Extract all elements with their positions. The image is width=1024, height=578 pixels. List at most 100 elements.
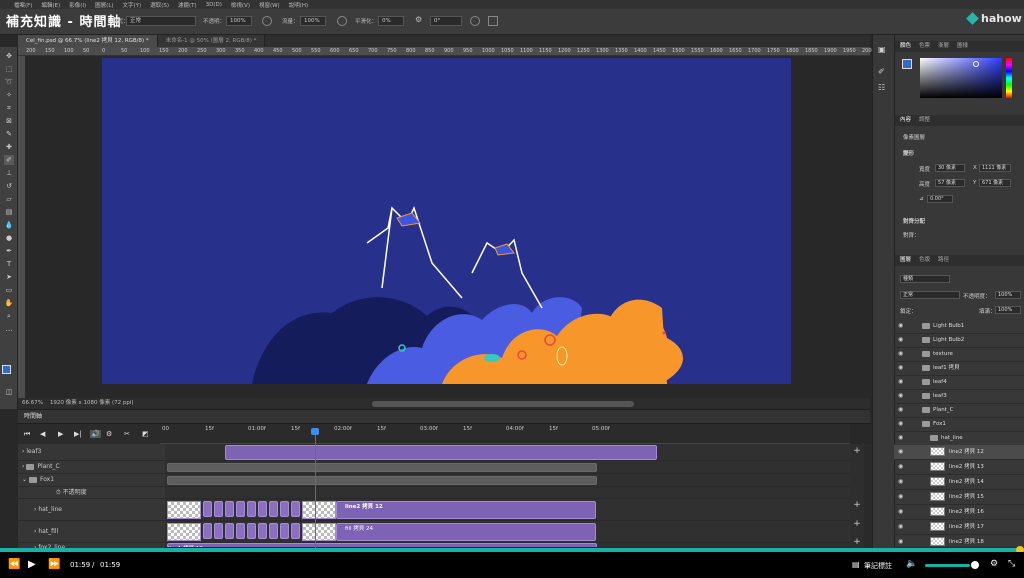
track-name-leaf3[interactable]: › leaf3 (18, 444, 165, 461)
type-tool-icon[interactable]: T (4, 259, 14, 269)
tab-untitled[interactable]: 未命名-1 @ 50% (圖層 2, RGB/8) * (157, 35, 266, 47)
tab-swatches[interactable]: 色票 (919, 41, 930, 52)
quick-mask-icon[interactable]: ◫ (4, 387, 14, 397)
tab-color[interactable]: 顏色 (900, 41, 911, 52)
timeline-scrollbar[interactable] (864, 444, 872, 548)
menu-item[interactable]: 3D(D) (206, 2, 222, 8)
tab-channels[interactable]: 色版 (919, 255, 930, 266)
color-panel-tabs[interactable]: 顏色 色票 漸層 圖樣 (895, 41, 1024, 52)
clip-hat-fill-start[interactable] (167, 523, 201, 541)
tab-gradients[interactable]: 漸層 (938, 41, 949, 52)
lasso-tool-icon[interactable]: ➰ (4, 77, 14, 87)
flow-field[interactable]: 100% (300, 16, 326, 26)
tab-paths[interactable]: 路徑 (938, 255, 949, 266)
layer-filter-select[interactable]: 種類 (900, 275, 950, 283)
layer-row[interactable]: ◉ Plant_C (894, 403, 1024, 418)
layer-row[interactable]: ◉ line2 拷貝 13 (894, 460, 1024, 475)
pressure-opacity-icon[interactable] (262, 16, 272, 26)
brush-tool-icon[interactable]: ✐ (4, 155, 14, 165)
eye-icon[interactable]: ◉ (898, 445, 903, 459)
eye-icon[interactable]: ◉ (898, 361, 903, 375)
frame-cell[interactable] (269, 523, 278, 539)
clip-hat-fill-main[interactable]: fill 拷貝 24 (336, 523, 596, 541)
hand-tool-icon[interactable]: ✋ (4, 298, 14, 308)
frame-cell[interactable] (214, 523, 223, 539)
transition-icon[interactable]: ◩ (142, 430, 149, 438)
eyedropper-icon[interactable]: ✎ (4, 129, 14, 139)
track-name-fox1[interactable]: ⌄ Fox1 (18, 474, 165, 487)
eye-icon[interactable]: ◉ (898, 460, 903, 474)
eraser-tool-icon[interactable]: ▱ (4, 194, 14, 204)
play-button-icon[interactable]: ▶ (28, 559, 36, 570)
next-frame-icon[interactable]: ▶| (74, 430, 82, 438)
tab-cel-fin[interactable]: Cel_fin.psd @ 66.7% (line2 拷貝 12, RGB/8)… (18, 35, 158, 47)
playhead-line[interactable] (315, 430, 316, 548)
eye-icon[interactable]: ◉ (898, 520, 903, 534)
add-media-icon[interactable]: + (850, 519, 864, 529)
frame-cell[interactable] (203, 523, 212, 539)
eye-icon[interactable]: ◉ (898, 319, 903, 333)
tab-properties[interactable]: 內容 (900, 115, 911, 126)
mode-select[interactable]: 正常 (126, 16, 196, 26)
frame-cell[interactable] (291, 501, 300, 517)
menu-item[interactable]: 文字(Y) (123, 1, 142, 9)
clip-hat-line-main[interactable]: line2 拷貝 12 (336, 501, 596, 519)
menu-item[interactable]: 檢視(V) (231, 1, 250, 9)
clip-leaf3[interactable] (225, 445, 657, 460)
smoothing-field[interactable]: 0% (378, 16, 404, 26)
menu-item[interactable]: 選取(S) (150, 1, 169, 9)
layers-tabs[interactable]: 圖層 色版 路徑 (895, 255, 1024, 266)
clip-plant-c[interactable] (167, 463, 597, 472)
layer-row[interactable]: ◉ Light Bulb1 (894, 319, 1024, 334)
eye-icon[interactable]: ◉ (898, 535, 903, 549)
history-brush-icon[interactable]: ↺ (4, 181, 14, 191)
layer-row[interactable]: ◉ hat_line (894, 431, 1024, 446)
add-media-icon[interactable]: + (850, 537, 864, 547)
fullscreen-icon[interactable]: ⤡ (1008, 559, 1015, 569)
eye-icon[interactable]: ◉ (898, 475, 903, 489)
menu-item[interactable]: 圖層(L) (95, 1, 113, 9)
blend-mode-select[interactable]: 正常 (900, 291, 960, 299)
clip-hat-line-current[interactable] (302, 501, 336, 519)
angle-field[interactable]: 0.00° (927, 195, 953, 203)
split-icon[interactable]: ✂ (124, 430, 130, 438)
layer-row[interactable]: ◉ line2 拷貝 16 (894, 505, 1024, 520)
adjust-icon[interactable]: ☷ (878, 83, 885, 92)
gear-icon[interactable]: ⚙ (415, 15, 422, 24)
airbrush-icon[interactable] (337, 16, 347, 26)
fast-forward-icon[interactable]: ⏩ (48, 559, 60, 570)
menu-item[interactable]: 濾鏡(T) (178, 1, 197, 9)
history-icon[interactable]: ▣ (878, 45, 886, 54)
brush-settings-icon[interactable]: ✐ (878, 67, 885, 76)
notes-label[interactable]: 筆記標註 (864, 561, 892, 571)
frame-cell[interactable] (214, 501, 223, 517)
hue-slider[interactable] (1006, 58, 1012, 98)
add-media-icon[interactable]: + (850, 500, 864, 510)
play-icon[interactable]: ▶ (58, 430, 63, 438)
track-property-opacity[interactable]: ⏱ 不透明度 (18, 487, 165, 499)
track-name-hat-fill[interactable]: › hat_fill (18, 521, 165, 543)
frame-cell[interactable] (291, 523, 300, 539)
layer-row[interactable]: ◉ leaf1 拷貝 (894, 361, 1024, 376)
gradient-tool-icon[interactable]: ▤ (4, 207, 14, 217)
rewind-icon[interactable]: ⏪ (8, 559, 20, 570)
tab-layers[interactable]: 圖層 (900, 255, 911, 266)
blur-tool-icon[interactable]: 💧 (4, 220, 14, 230)
stamp-tool-icon[interactable]: ⊥ (4, 168, 14, 178)
first-frame-icon[interactable]: ⏮ (24, 430, 30, 439)
volume-slider[interactable] (925, 564, 970, 567)
layer-row[interactable]: ◉ line2 拷貝 15 (894, 490, 1024, 505)
eye-icon[interactable]: ◉ (898, 403, 903, 417)
pen-tool-icon[interactable]: ✒ (4, 246, 14, 256)
frame-cell[interactable] (236, 501, 245, 517)
frame-cell[interactable] (280, 523, 289, 539)
layer-row[interactable]: ◉ leaf4 (894, 375, 1024, 390)
properties-tabs[interactable]: 內容 調整 (895, 115, 1024, 126)
clip-hat-fill-current[interactable] (302, 523, 336, 541)
width-field[interactable]: 30 像素 (935, 164, 965, 172)
menu-item[interactable]: 視窗(W) (259, 1, 280, 9)
frame-cell[interactable] (247, 501, 256, 517)
frame-cell[interactable] (258, 501, 267, 517)
track-name-hat-line[interactable]: › hat_line (18, 499, 165, 521)
clip-hat-line-start[interactable] (167, 501, 201, 519)
